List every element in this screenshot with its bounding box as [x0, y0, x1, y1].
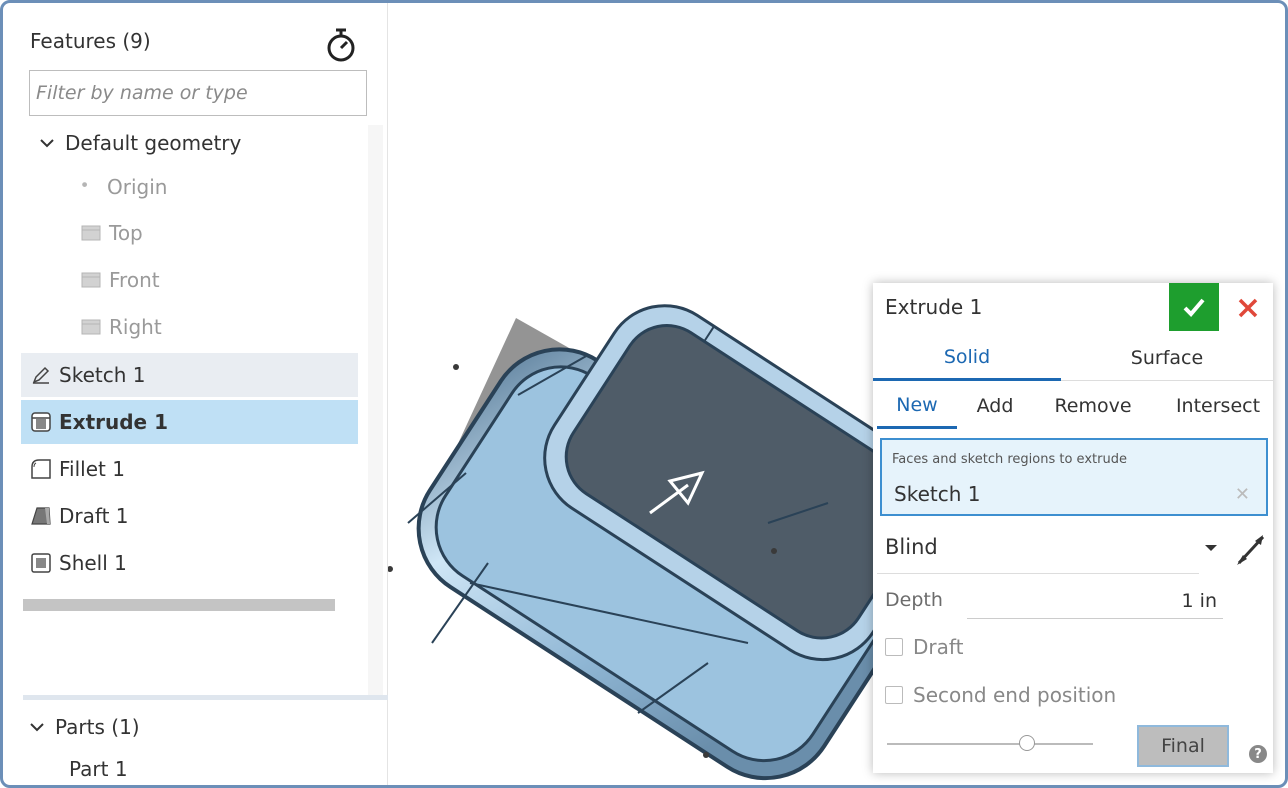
close-icon — [1238, 298, 1258, 318]
feature-label: Sketch 1 — [59, 363, 146, 387]
dialog-title: Extrude 1 — [885, 295, 983, 319]
plane-icon — [81, 272, 101, 288]
tab-add[interactable]: Add — [965, 383, 1025, 429]
tree-item-origin[interactable]: Origin — [81, 165, 341, 209]
feature-filter-input[interactable] — [29, 70, 367, 116]
selection-value[interactable]: Sketch 1 — [894, 482, 980, 506]
body-type-tabs: Solid Surface — [873, 335, 1273, 381]
tree-item-label: Front — [109, 268, 160, 292]
end-type-select[interactable]: Blind — [885, 535, 938, 559]
features-title: Features (9) — [30, 29, 151, 53]
feature-extrude-1[interactable]: Extrude 1 — [21, 400, 358, 444]
tab-remove[interactable]: Remove — [1023, 383, 1163, 429]
selection-label: Faces and sketch regions to extrude — [892, 452, 1127, 467]
depth-input[interactable] — [967, 583, 1223, 619]
parts-group[interactable]: Parts (1) — [29, 715, 140, 739]
tree-item-label: Origin — [107, 175, 168, 199]
default-geometry-label: Default geometry — [65, 131, 242, 155]
flip-direction-icon[interactable] — [1233, 531, 1269, 567]
feature-label: Extrude 1 — [59, 410, 168, 434]
tree-item-front[interactable]: Front — [81, 258, 341, 302]
stopwatch-icon[interactable] — [325, 27, 357, 63]
default-geometry-group[interactable]: Default geometry — [39, 131, 241, 155]
part-item[interactable]: Part 1 — [69, 757, 128, 781]
fillet-icon — [31, 459, 51, 479]
origin-icon — [82, 182, 87, 187]
help-icon[interactable]: ? — [1249, 745, 1267, 763]
draft-icon — [31, 507, 51, 525]
parts-label: Parts (1) — [55, 715, 140, 739]
horizontal-scrollbar[interactable] — [23, 599, 335, 611]
clear-selection-icon[interactable]: ✕ — [1235, 484, 1250, 505]
accept-button[interactable] — [1169, 283, 1219, 331]
selection-field[interactable]: Faces and sketch regions to extrude Sket… — [880, 438, 1268, 516]
cancel-button[interactable] — [1233, 293, 1263, 323]
chevron-down-icon[interactable] — [29, 719, 45, 735]
second-end-option[interactable]: Second end position — [885, 683, 1116, 707]
tab-new[interactable]: New — [877, 383, 957, 429]
feature-label: Shell 1 — [59, 551, 127, 575]
shell-icon — [31, 553, 51, 573]
operation-tabs: New Add Remove Intersect — [873, 383, 1273, 429]
feature-shell-1[interactable]: Shell 1 — [21, 541, 358, 585]
rollback-slider-track[interactable] — [887, 743, 1093, 745]
final-button[interactable]: Final — [1137, 725, 1229, 767]
second-end-checkbox[interactable] — [885, 686, 903, 704]
panel-splitter[interactable] — [23, 695, 389, 700]
tree-item-label: Right — [109, 315, 162, 339]
draft-checkbox[interactable] — [885, 638, 903, 656]
dropdown-arrow-icon[interactable] — [1205, 545, 1217, 551]
feature-sketch-1[interactable]: Sketch 1 — [21, 353, 358, 397]
plane-icon — [81, 225, 101, 241]
tree-item-right[interactable]: Right — [81, 305, 341, 349]
draft-option[interactable]: Draft — [885, 635, 963, 659]
rollback-slider-knob[interactable] — [1019, 735, 1035, 751]
feature-draft-1[interactable]: Draft 1 — [21, 494, 358, 538]
chevron-down-icon[interactable] — [39, 135, 55, 151]
feature-label: Draft 1 — [59, 504, 129, 528]
checkmark-icon — [1183, 298, 1205, 317]
feature-label: Fillet 1 — [59, 457, 125, 481]
second-end-label: Second end position — [913, 683, 1117, 707]
plane-icon — [81, 319, 101, 335]
draft-label: Draft — [913, 635, 964, 659]
extrude-dialog: Extrude 1 Solid Surface New Add Remove I… — [873, 283, 1273, 773]
tab-solid[interactable]: Solid — [873, 335, 1061, 381]
tab-intersect[interactable]: Intersect — [1163, 383, 1273, 429]
tab-surface[interactable]: Surface — [1061, 335, 1273, 381]
feature-panel: Features (9) Default geometry Origin Top… — [3, 3, 389, 785]
feature-fillet-1[interactable]: Fillet 1 — [21, 447, 358, 491]
tree-scrollbar[interactable] — [368, 125, 383, 695]
depth-label: Depth — [885, 589, 943, 611]
tree-item-label: Top — [109, 221, 143, 245]
sketch-icon — [32, 366, 50, 384]
end-type-underline — [877, 573, 1199, 574]
tree-item-top[interactable]: Top — [81, 211, 341, 255]
extrude-icon — [31, 412, 51, 432]
